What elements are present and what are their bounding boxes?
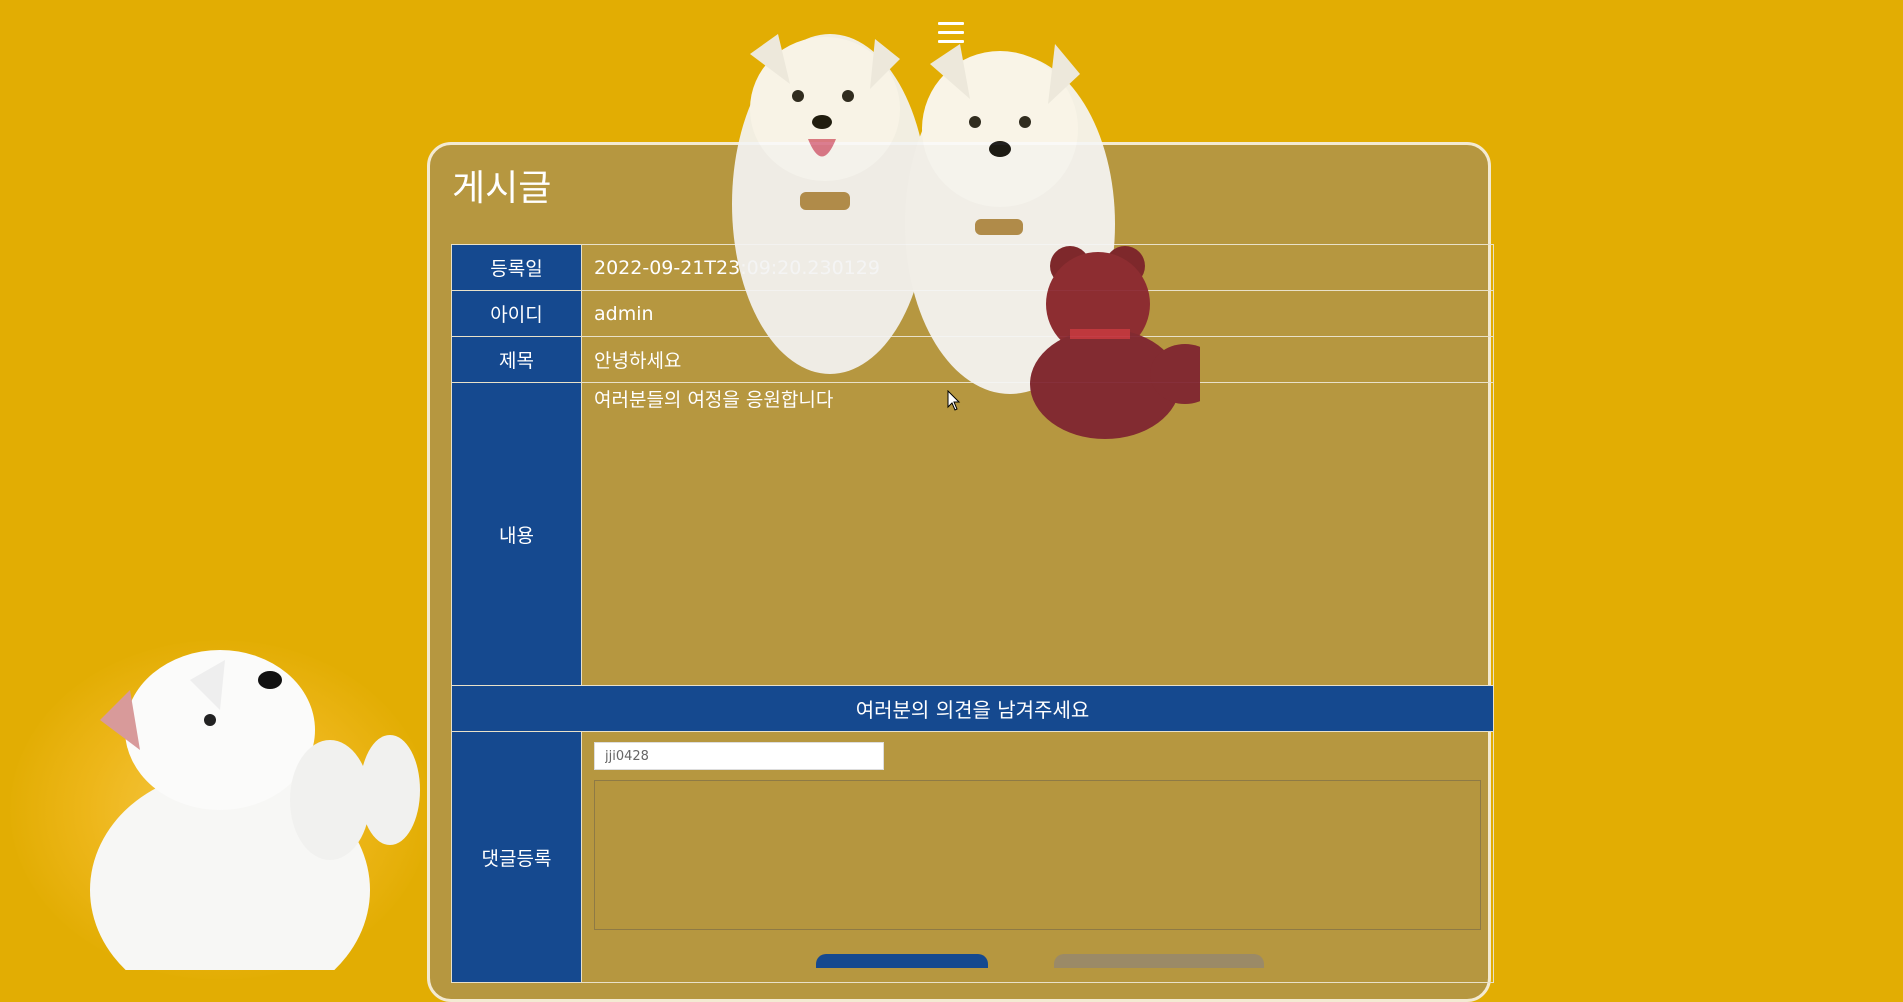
comment-register-label: 댓글등록 <box>451 731 582 983</box>
date-label: 등록일 <box>451 244 582 291</box>
mouse-cursor-icon <box>947 390 961 411</box>
hamburger-menu-icon[interactable] <box>938 22 964 44</box>
westie-dog-illustration <box>90 650 420 970</box>
id-label: 아이디 <box>451 290 582 337</box>
subject-label: 제목 <box>451 336 582 383</box>
page-title: 게시글 <box>452 168 552 209</box>
comment-textarea[interactable] <box>594 780 1481 930</box>
comment-banner: 여러분의 의견을 남겨주세요 <box>451 685 1494 732</box>
content-label: 내용 <box>451 382 582 686</box>
table-row: 여러분의 의견을 남겨주세요 <box>451 685 1494 732</box>
comment-button-row <box>594 954 1481 974</box>
puppies-illustration <box>732 34 1200 439</box>
comment-writer-input[interactable] <box>594 742 884 770</box>
comment-form <box>581 731 1494 983</box>
back-button[interactable] <box>1054 954 1264 968</box>
table-row: 댓글등록 <box>451 731 1494 983</box>
submit-comment-button[interactable] <box>816 954 988 968</box>
